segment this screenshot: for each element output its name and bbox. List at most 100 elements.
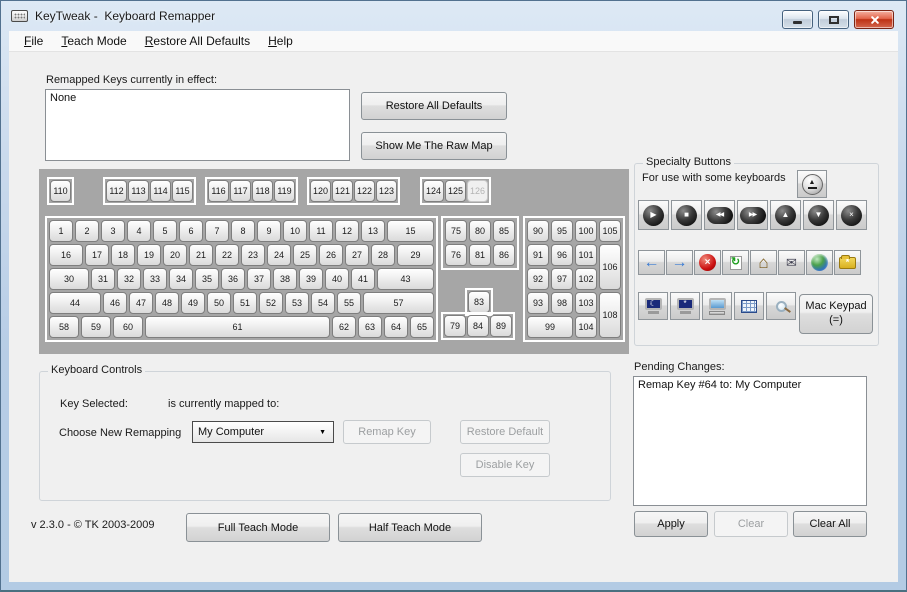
- key-63[interactable]: 63: [358, 316, 382, 338]
- key-108[interactable]: 108: [599, 292, 621, 338]
- favorites-button[interactable]: *: [834, 250, 861, 275]
- key-105[interactable]: 105: [599, 220, 621, 242]
- key-114[interactable]: 114: [150, 180, 171, 202]
- key-6[interactable]: 6: [179, 220, 203, 242]
- key-98[interactable]: 98: [551, 292, 573, 314]
- key-124[interactable]: 124: [423, 180, 444, 202]
- key-44[interactable]: 44: [49, 292, 101, 314]
- key-48[interactable]: 48: [155, 292, 179, 314]
- home-button[interactable]: ⌂: [750, 250, 777, 275]
- key-13[interactable]: 13: [361, 220, 385, 242]
- restore-default-button[interactable]: Restore Default: [460, 420, 550, 444]
- key-25[interactable]: 25: [293, 244, 317, 266]
- key-7[interactable]: 7: [205, 220, 229, 242]
- key-103[interactable]: 103: [575, 292, 597, 314]
- restore-all-defaults-button[interactable]: Restore All Defaults: [361, 92, 507, 120]
- my-computer-button[interactable]: [702, 292, 732, 320]
- key-57[interactable]: 57: [363, 292, 434, 314]
- volume-down-button[interactable]: ▼: [803, 200, 834, 230]
- key-92[interactable]: 92: [527, 268, 549, 290]
- key-19[interactable]: 19: [137, 244, 161, 266]
- previous-track-button[interactable]: ◀◀: [704, 200, 735, 230]
- key-123[interactable]: 123: [376, 180, 397, 202]
- key-81[interactable]: 81: [469, 244, 491, 266]
- menu-help[interactable]: Help: [259, 31, 302, 51]
- key-4[interactable]: 4: [127, 220, 151, 242]
- key-17[interactable]: 17: [85, 244, 109, 266]
- key-117[interactable]: 117: [230, 180, 251, 202]
- key-28[interactable]: 28: [371, 244, 395, 266]
- stop-browsing-button[interactable]: ×: [694, 250, 721, 275]
- disable-key-button[interactable]: Disable Key: [460, 453, 550, 477]
- key-118[interactable]: 118: [252, 180, 273, 202]
- search-button[interactable]: [766, 292, 796, 320]
- stop-button[interactable]: ■: [671, 200, 702, 230]
- web-button[interactable]: [806, 250, 833, 275]
- key-40[interactable]: 40: [325, 268, 349, 290]
- mac-keypad-button[interactable]: Mac Keypad (=): [799, 294, 873, 334]
- title-bar[interactable]: KeyTweak - Keyboard Remapper: [1, 1, 906, 31]
- key-2[interactable]: 2: [75, 220, 99, 242]
- key-91[interactable]: 91: [527, 244, 549, 266]
- volume-up-button[interactable]: ▲: [770, 200, 801, 230]
- key-79[interactable]: 79: [444, 315, 466, 337]
- key-90[interactable]: 90: [527, 220, 549, 242]
- full-teach-mode-button[interactable]: Full Teach Mode: [186, 513, 330, 542]
- mail-button[interactable]: ✉: [778, 250, 805, 275]
- key-102[interactable]: 102: [575, 268, 597, 290]
- calculator-button[interactable]: [734, 292, 764, 320]
- key-104[interactable]: 104: [575, 316, 597, 338]
- back-button[interactable]: ←: [638, 250, 665, 275]
- key-119[interactable]: 119: [274, 180, 295, 202]
- key-26[interactable]: 26: [319, 244, 343, 266]
- key-38[interactable]: 38: [273, 268, 297, 290]
- key-21[interactable]: 21: [189, 244, 213, 266]
- key-83[interactable]: 83: [468, 291, 490, 313]
- key-59[interactable]: 59: [81, 316, 111, 338]
- pending-changes-list[interactable]: Remap Key #64 to: My Computer: [633, 376, 867, 506]
- menu-file[interactable]: File: [15, 31, 52, 51]
- key-46[interactable]: 46: [103, 292, 127, 314]
- key-52[interactable]: 52: [259, 292, 283, 314]
- key-16[interactable]: 16: [49, 244, 83, 266]
- key-120[interactable]: 120: [310, 180, 331, 202]
- key-33[interactable]: 33: [143, 268, 167, 290]
- key-27[interactable]: 27: [345, 244, 369, 266]
- key-65[interactable]: 65: [410, 316, 434, 338]
- key-61[interactable]: 61: [145, 316, 330, 338]
- key-20[interactable]: 20: [163, 244, 187, 266]
- key-122[interactable]: 122: [354, 180, 375, 202]
- clear-button[interactable]: Clear: [714, 511, 788, 537]
- key-37[interactable]: 37: [247, 268, 271, 290]
- remapped-keys-list[interactable]: None: [45, 89, 350, 161]
- key-125[interactable]: 125: [445, 180, 466, 202]
- key-115[interactable]: 115: [172, 180, 193, 202]
- key-106[interactable]: 106: [599, 244, 621, 290]
- remap-key-button[interactable]: Remap Key: [343, 420, 431, 444]
- key-50[interactable]: 50: [207, 292, 231, 314]
- key-49[interactable]: 49: [181, 292, 205, 314]
- monitor-wake-button[interactable]: *: [670, 292, 700, 320]
- maximize-button[interactable]: [818, 10, 849, 29]
- key-55[interactable]: 55: [337, 292, 361, 314]
- key-47[interactable]: 47: [129, 292, 153, 314]
- key-15[interactable]: 15: [387, 220, 434, 242]
- key-41[interactable]: 41: [351, 268, 375, 290]
- key-29[interactable]: 29: [397, 244, 434, 266]
- key-35[interactable]: 35: [195, 268, 219, 290]
- key-62[interactable]: 62: [332, 316, 356, 338]
- forward-button[interactable]: →: [666, 250, 693, 275]
- key-86[interactable]: 86: [493, 244, 515, 266]
- key-43[interactable]: 43: [377, 268, 434, 290]
- key-75[interactable]: 75: [445, 220, 467, 242]
- key-93[interactable]: 93: [527, 292, 549, 314]
- eject-button[interactable]: ▲: [797, 170, 827, 198]
- remapping-dropdown[interactable]: My Computer ▼: [192, 421, 334, 443]
- key-58[interactable]: 58: [49, 316, 79, 338]
- key-54[interactable]: 54: [311, 292, 335, 314]
- close-button[interactable]: [854, 10, 894, 29]
- key-85[interactable]: 85: [493, 220, 515, 242]
- key-3[interactable]: 3: [101, 220, 125, 242]
- key-116[interactable]: 116: [208, 180, 229, 202]
- key-101[interactable]: 101: [575, 244, 597, 266]
